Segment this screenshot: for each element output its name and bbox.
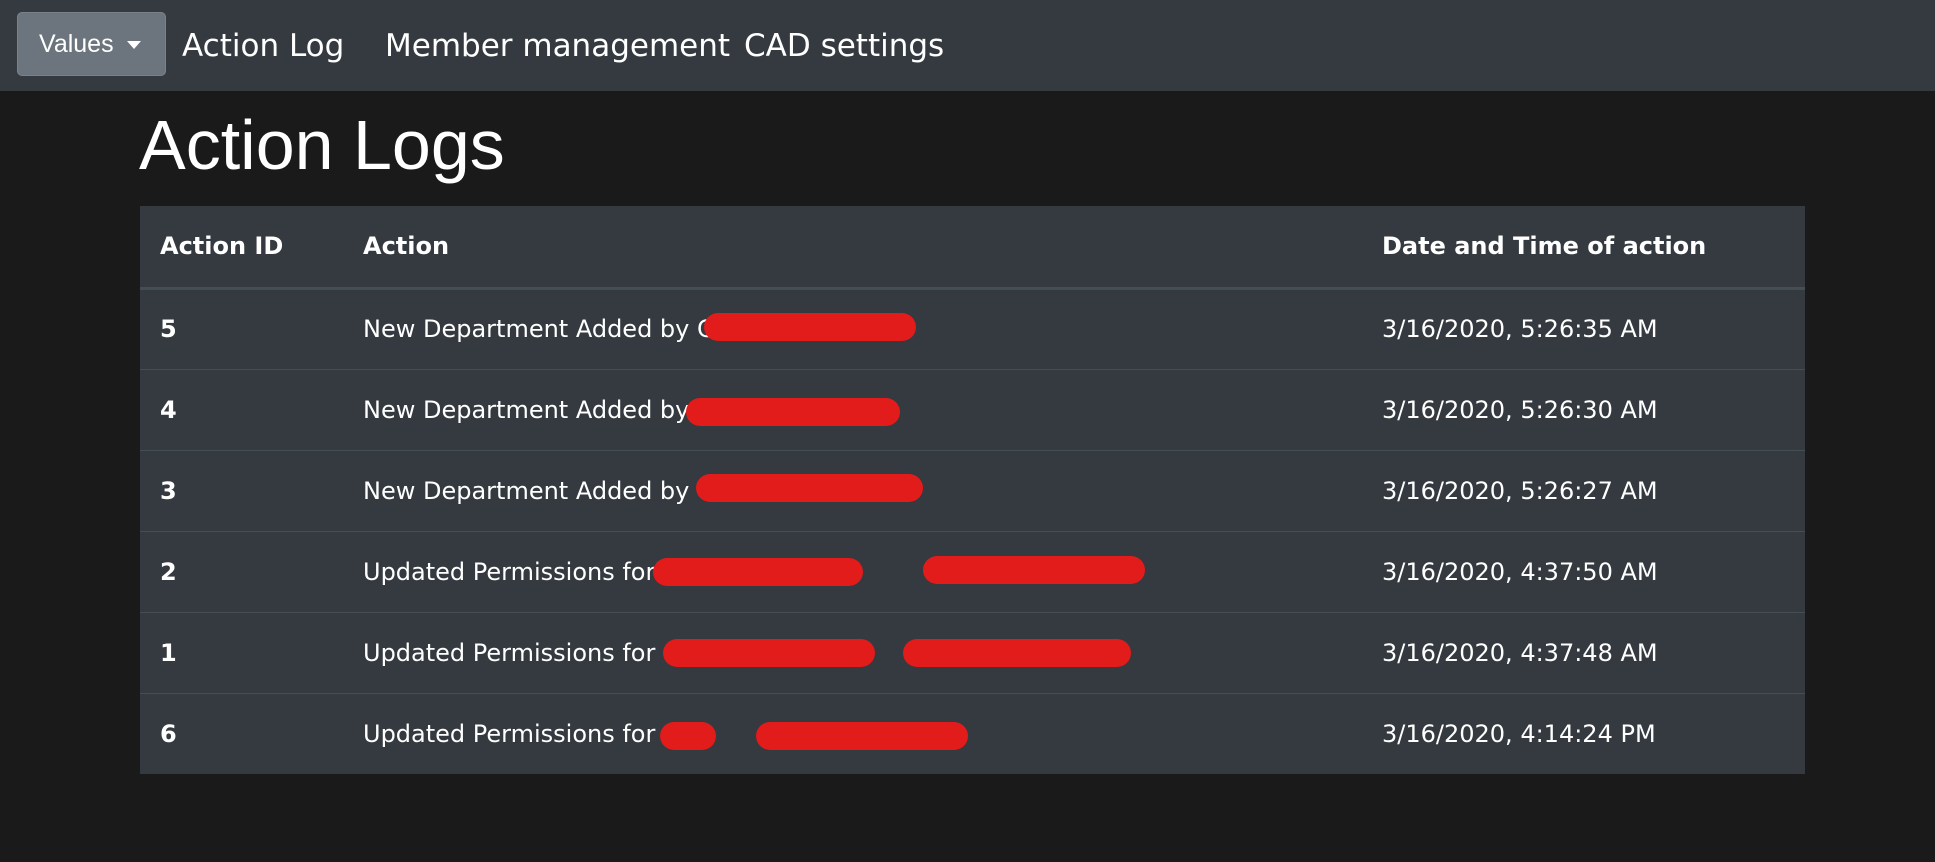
redaction-mark	[923, 555, 1145, 584]
action-cell: Updated Permissions for	[343, 692, 1362, 774]
action-cell: New Department Added by C	[343, 288, 1362, 369]
redaction-mark	[653, 557, 863, 586]
redaction-mark	[903, 638, 1131, 667]
nav-link-member-management[interactable]: Member management	[385, 24, 730, 68]
action-id-cell: 5	[160, 315, 177, 343]
datetime-cell: 3/16/2020, 5:26:30 AM	[1362, 368, 1805, 450]
datetime-cell: 3/16/2020, 4:37:50 AM	[1362, 530, 1805, 612]
table-row: 4 New Department Added by 3/16/2020, 5:2…	[140, 368, 1805, 450]
column-header-datetime: Date and Time of action	[1362, 206, 1805, 290]
action-text: New Department Added by	[363, 396, 900, 426]
redaction-mark	[704, 313, 916, 341]
redaction-mark	[660, 721, 716, 750]
nav-link-action-log[interactable]: Action Log	[182, 24, 344, 68]
action-id-cell: 6	[140, 692, 343, 774]
table-row: 2 Updated Permissions for 3/16/2020, 4:3…	[140, 530, 1805, 612]
action-id-cell: 4	[140, 368, 343, 450]
datetime-cell: 3/16/2020, 4:14:24 PM	[1362, 692, 1805, 774]
column-header-action: Action	[343, 206, 1362, 290]
datetime-cell: 3/16/2020, 5:26:35 AM	[1382, 315, 1658, 343]
page-title: Action Logs	[139, 106, 505, 184]
caret-down-icon	[126, 41, 141, 49]
action-cell: New Department Added by	[343, 449, 1362, 531]
datetime-cell: 3/16/2020, 5:26:27 AM	[1362, 449, 1805, 531]
action-cell: Updated Permissions for	[343, 611, 1362, 693]
action-text: New Department Added by C	[363, 313, 916, 343]
column-header-action-id: Action ID	[140, 206, 343, 290]
action-text: Updated Permissions for	[363, 720, 968, 750]
action-text: Updated Permissions for	[363, 555, 1145, 586]
action-id-cell: 3	[140, 449, 343, 531]
table-row: 3 New Department Added by 3/16/2020, 5:2…	[140, 449, 1805, 531]
table-header-row: Action ID Action Date and Time of action	[140, 206, 1805, 290]
nav-link-cad-settings[interactable]: CAD settings	[744, 24, 944, 68]
values-dropdown-label: Values	[39, 29, 114, 58]
values-dropdown-button[interactable]: Values	[17, 12, 166, 76]
action-text: New Department Added by	[363, 473, 923, 505]
action-logs-table: Action ID Action Date and Time of action…	[140, 206, 1805, 774]
redaction-mark	[686, 397, 900, 426]
action-cell: New Department Added by	[343, 368, 1362, 450]
table-row: 6 Updated Permissions for 3/16/2020, 4:1…	[140, 692, 1805, 774]
top-navbar: Values Action Log Member management CAD …	[0, 0, 1935, 91]
redaction-mark	[696, 473, 923, 502]
table-row: 5 New Department Added by C 3/16/2020, 5…	[140, 288, 1805, 369]
action-cell: Updated Permissions for	[343, 530, 1362, 612]
action-id-cell: 2	[140, 530, 343, 612]
redaction-mark	[756, 721, 968, 750]
redaction-mark	[663, 638, 875, 667]
table-row: 1 Updated Permissions for 3/16/2020, 4:3…	[140, 611, 1805, 693]
action-id-cell: 1	[140, 611, 343, 693]
action-text: Updated Permissions for	[363, 638, 1131, 667]
datetime-cell: 3/16/2020, 4:37:48 AM	[1362, 611, 1805, 693]
